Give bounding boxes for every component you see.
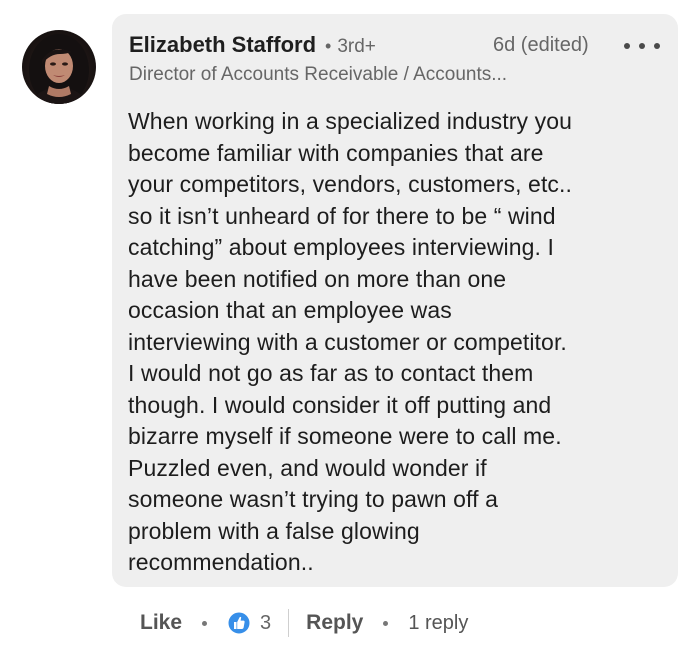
reaction-count[interactable]: 3: [260, 612, 271, 635]
more-horizontal-icon: [624, 43, 630, 49]
more-horizontal-icon: [654, 43, 660, 49]
avatar[interactable]: [22, 30, 96, 104]
degree-separator: •: [325, 36, 332, 56]
profile-photo: [28, 34, 90, 104]
comment-bubble: Elizabeth Stafford • 3rd+ 6d (edited) Di…: [112, 14, 678, 587]
comment-timestamp: 6d (edited): [493, 34, 589, 56]
more-horizontal-icon: [639, 43, 645, 49]
author-name[interactable]: Elizabeth Stafford: [129, 32, 316, 58]
actions-divider: [288, 609, 290, 637]
comment-actions: Like 3 Reply 1 reply: [140, 608, 468, 638]
connection-degree: 3rd+: [337, 36, 376, 57]
reply-count-link[interactable]: 1 reply: [408, 612, 468, 635]
separator-dot: [202, 620, 208, 626]
comment-text: When working in a specialized industry y…: [128, 108, 573, 575]
thumbs-up-icon[interactable]: [227, 611, 251, 635]
author-headline: Director of Accounts Receivable / Accoun…: [129, 64, 508, 85]
reply-button[interactable]: Reply: [306, 611, 363, 635]
author-row: Elizabeth Stafford • 3rd+: [129, 32, 376, 58]
more-options-button[interactable]: [624, 34, 660, 58]
like-button[interactable]: Like: [140, 611, 182, 635]
separator-dot: [383, 620, 389, 626]
